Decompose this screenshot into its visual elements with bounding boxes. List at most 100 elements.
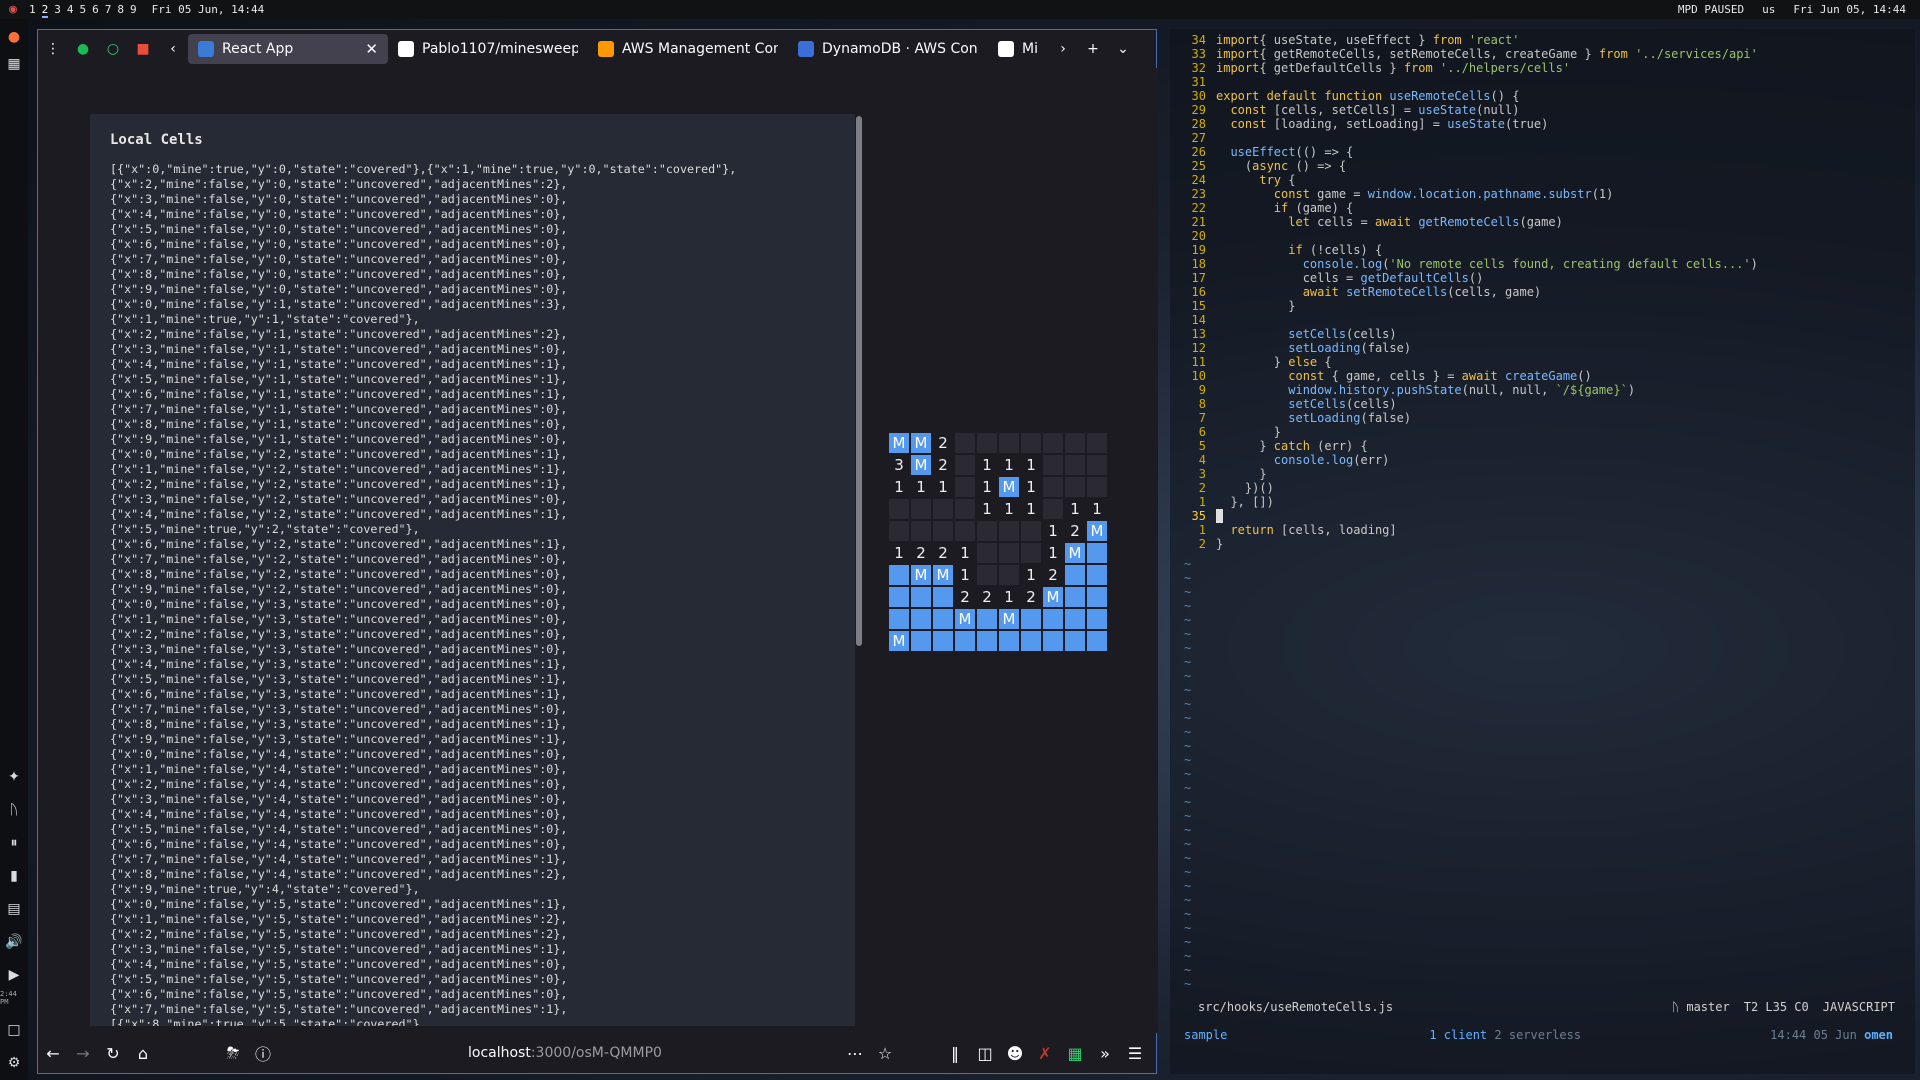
board-cell[interactable]: [1086, 454, 1108, 476]
code-line[interactable]: 29 const [cells, setCells] = useState(nu…: [1170, 103, 1520, 117]
board-cell[interactable]: 1: [1086, 498, 1108, 520]
code-line[interactable]: 23 const game = window.location.pathname…: [1170, 187, 1614, 201]
code-line[interactable]: 24 try {: [1170, 173, 1296, 187]
board-cell[interactable]: M: [888, 432, 910, 454]
code-line[interactable]: 14: [1170, 313, 1216, 327]
code-line[interactable]: 32 import{ getDefaultCells } from '../hel…: [1170, 61, 1571, 75]
board-cell[interactable]: [976, 608, 998, 630]
close-tab-icon[interactable]: ✕: [365, 40, 378, 58]
board-cell[interactable]: [1086, 432, 1108, 454]
board-cell[interactable]: [998, 564, 1020, 586]
board-cell[interactable]: [1042, 630, 1064, 652]
board-cell[interactable]: [954, 432, 976, 454]
workspace-1[interactable]: 1: [29, 3, 36, 16]
board-cell[interactable]: [1020, 520, 1042, 542]
code-line[interactable]: 2}: [1170, 537, 1223, 551]
board-cell[interactable]: 1: [910, 476, 932, 498]
code-line[interactable]: 11 } else {: [1170, 355, 1332, 369]
tabs-scroll-left-icon[interactable]: ‹: [158, 41, 188, 57]
board-cell[interactable]: [1086, 564, 1108, 586]
code-line[interactable]: 28 const [loading, setLoading] = useStat…: [1170, 117, 1549, 131]
board-cell[interactable]: [954, 476, 976, 498]
board-cell[interactable]: 1: [1020, 564, 1042, 586]
board-cell[interactable]: [1064, 432, 1086, 454]
board-cell[interactable]: M: [1064, 542, 1086, 564]
board-cell[interactable]: 1: [954, 542, 976, 564]
board-cell[interactable]: 1: [888, 542, 910, 564]
tmux-session[interactable]: sample: [1184, 1028, 1227, 1042]
overflow-icon[interactable]: »: [1090, 1044, 1120, 1063]
board-cell[interactable]: [1064, 586, 1086, 608]
board-cell[interactable]: [888, 520, 910, 542]
board-cell[interactable]: 2: [932, 454, 954, 476]
board-cell[interactable]: M: [954, 608, 976, 630]
board-cell[interactable]: [976, 520, 998, 542]
code-line[interactable]: 21 let cells = await getRemoteCells(game…: [1170, 215, 1563, 229]
code-line[interactable]: 34 import{ useState, useEffect } from 're…: [1170, 33, 1520, 47]
board-cell[interactable]: 1: [1042, 520, 1064, 542]
board-cell[interactable]: [932, 498, 954, 520]
board-cell[interactable]: 2: [1042, 564, 1064, 586]
board-cell[interactable]: 1: [954, 564, 976, 586]
url-field[interactable]: localhost:3000/osM-QMMP0: [468, 1045, 662, 1061]
board-cell[interactable]: [1064, 608, 1086, 630]
board-cell[interactable]: [932, 630, 954, 652]
volume-icon[interactable]: 🔊: [5, 933, 23, 951]
board-cell[interactable]: M: [932, 564, 954, 586]
board-cell[interactable]: [1042, 432, 1064, 454]
code-line[interactable]: 35: [1170, 509, 1224, 523]
code-line[interactable]: 15 }: [1170, 299, 1296, 313]
pause-icon[interactable]: ⏸: [5, 834, 23, 852]
code-line[interactable]: 18 console.log('No remote cells found, c…: [1170, 257, 1758, 271]
extension-icon[interactable]: ■: [128, 41, 158, 57]
tab-3[interactable]: DynamoDB · AWS Consol: [788, 34, 988, 64]
board-cell[interactable]: M: [910, 564, 932, 586]
account-icon[interactable]: ☻: [1000, 1044, 1030, 1063]
tab-list-chevron-icon[interactable]: ⌄: [1108, 41, 1138, 57]
slack-icon[interactable]: ✦: [5, 768, 23, 786]
bluetooth-icon[interactable]: ᚢ: [5, 801, 23, 819]
reload-icon[interactable]: ↻: [98, 1044, 128, 1063]
board-cell[interactable]: [910, 520, 932, 542]
board-cell[interactable]: [1086, 608, 1108, 630]
board-cell[interactable]: [998, 630, 1020, 652]
board-cell[interactable]: [1064, 454, 1086, 476]
board-cell[interactable]: [932, 608, 954, 630]
workspace-3[interactable]: 3: [54, 3, 61, 16]
board-cell[interactable]: M: [998, 608, 1020, 630]
tab-2[interactable]: AWS Management Conso: [588, 34, 788, 64]
board-cell[interactable]: 2: [910, 542, 932, 564]
code-line[interactable]: 7 setLoading(false): [1170, 411, 1411, 425]
board-cell[interactable]: [1064, 564, 1086, 586]
panel-scrollbar[interactable]: [856, 116, 862, 646]
board-cell[interactable]: 1: [976, 454, 998, 476]
board-cell[interactable]: [1042, 498, 1064, 520]
tab-1[interactable]: Pablo1107/minesweeper: [388, 34, 588, 64]
settings-icon[interactable]: ⚙: [5, 1054, 23, 1072]
board-cell[interactable]: 1: [1020, 498, 1042, 520]
board-cell[interactable]: 2: [954, 586, 976, 608]
board-cell[interactable]: 1: [998, 454, 1020, 476]
board-cell[interactable]: [932, 586, 954, 608]
code-line[interactable]: 3 }: [1170, 467, 1267, 481]
code-line[interactable]: 10 const { game, cells } = await createG…: [1170, 369, 1592, 383]
board-cell[interactable]: 1: [1064, 498, 1086, 520]
board-cell[interactable]: 2: [1064, 520, 1086, 542]
board-cell[interactable]: M: [888, 630, 910, 652]
board-cell[interactable]: 2: [932, 542, 954, 564]
board-cell[interactable]: [1042, 476, 1064, 498]
bookmark-star-icon[interactable]: ☆: [870, 1044, 900, 1063]
workspace-8[interactable]: 8: [117, 3, 124, 16]
board-cell[interactable]: [1042, 608, 1064, 630]
board-cell[interactable]: 2: [932, 432, 954, 454]
code-line[interactable]: 2 })(): [1170, 481, 1274, 495]
board-cell[interactable]: 1: [998, 498, 1020, 520]
board-cell[interactable]: [954, 630, 976, 652]
board-cell[interactable]: [888, 608, 910, 630]
code-line[interactable]: 27: [1170, 131, 1216, 145]
board-cell[interactable]: 2: [976, 586, 998, 608]
board-cell[interactable]: [998, 432, 1020, 454]
code-line[interactable]: 8 setCells(cells): [1170, 397, 1397, 411]
board-cell[interactable]: M: [910, 432, 932, 454]
workspace-2[interactable]: 2: [41, 3, 49, 18]
